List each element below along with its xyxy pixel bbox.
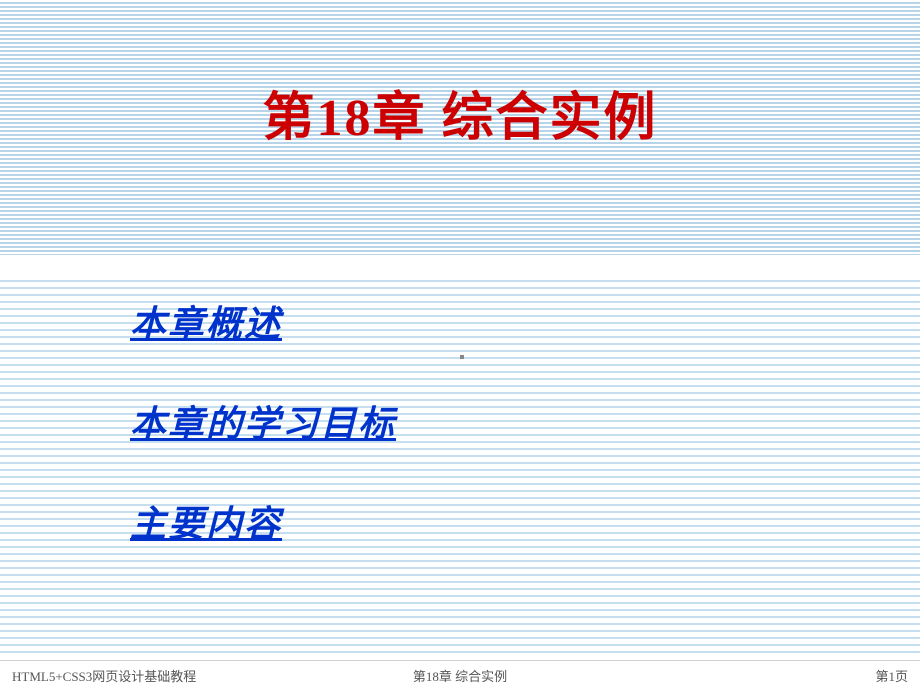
link-main-contents[interactable]: 主要内容 [130,495,396,547]
footer-chapter-title: 第18章 综合实例 [311,666,610,685]
section-divider [0,255,920,275]
slide-container: 第18章 综合实例 本章概述 本章的学习目标 主要内容 HTML5+CSS3网页… [0,0,920,690]
slide-title: 第18章 综合实例 [0,75,920,150]
decorative-dot [460,355,464,359]
link-learning-objectives[interactable]: 本章的学习目标 [130,395,396,447]
content-links-group: 本章概述 本章的学习目标 主要内容 [130,295,396,595]
slide-footer: HTML5+CSS3网页设计基础教程 第18章 综合实例 第1页 [0,660,920,690]
footer-page-number: 第1页 [609,666,908,685]
link-chapter-overview[interactable]: 本章概述 [130,295,396,347]
footer-book-title: HTML5+CSS3网页设计基础教程 [12,666,311,685]
